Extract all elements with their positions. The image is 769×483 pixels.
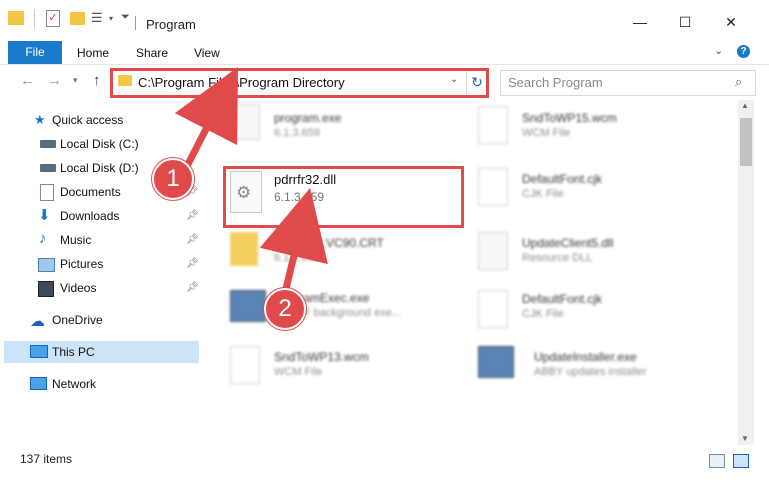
callout-arrows — [174, 66, 328, 294]
callout-badge-1: 1 — [152, 158, 194, 200]
arrow-1 — [174, 66, 238, 172]
arrow-2 — [259, 187, 328, 294]
callout-badge-2: 2 — [264, 288, 306, 330]
